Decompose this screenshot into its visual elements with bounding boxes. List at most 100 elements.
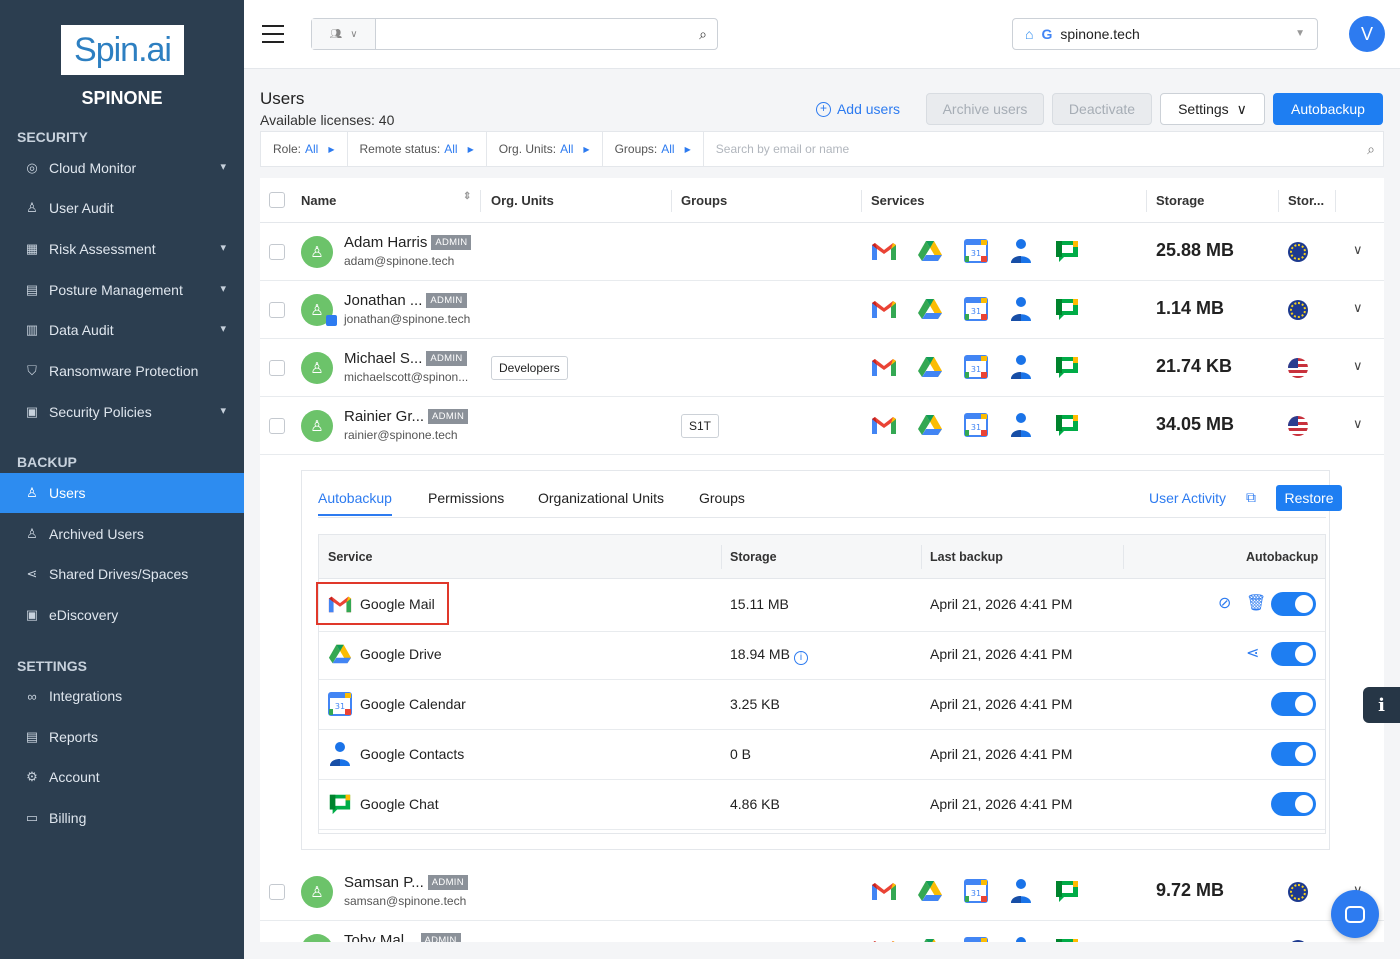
autobackup-button[interactable]: Autobackup <box>1273 93 1383 125</box>
block-icon[interactable]: ⊘ <box>1218 593 1231 613</box>
sidebar-item-integrations[interactable]: ∞ Integrations <box>0 676 244 716</box>
select-all-checkbox[interactable] <box>269 192 285 208</box>
chevron-down-icon[interactable]: ∨ <box>1353 940 1363 942</box>
sidebar-item-billing[interactable]: ▭ Billing <box>0 798 244 838</box>
avatar[interactable]: V <box>1349 16 1385 52</box>
row-checkbox[interactable] <box>269 244 285 260</box>
filter-remote-status[interactable]: Remote status: All ▶ <box>348 131 487 167</box>
tab-organizational-units[interactable]: Organizational Units <box>538 490 664 506</box>
chevron-down-icon[interactable]: ∨ <box>1353 242 1363 258</box>
chevron-down-icon[interactable]: ∨ <box>1353 416 1363 432</box>
sidebar-item-reports[interactable]: ▤ Reports <box>0 717 244 757</box>
us-flag-icon <box>1288 416 1308 436</box>
hamburger-menu-icon[interactable] <box>262 25 284 43</box>
chevron-down-icon: ∨ <box>350 28 358 40</box>
user-storage: 21.74 KB <box>1156 356 1233 376</box>
tab-permissions[interactable]: Permissions <box>428 490 504 506</box>
drive-icon <box>917 296 943 322</box>
search-scope-select[interactable]: 👥︎ ∨ <box>312 19 376 49</box>
plus-circle-icon: + <box>815 101 831 117</box>
table-row[interactable]: ♙ Adam Harris ADMIN adam@spinone.tech 31 25.8… <box>260 223 1384 281</box>
table-row[interactable]: ♙ Toby Mal...ADMIN 31 ∨ <box>260 921 1384 942</box>
sort-icon[interactable]: ⇕ <box>463 191 471 202</box>
share-icon[interactable]: ⋖ <box>1246 643 1259 663</box>
table-row[interactable]: ♙ Samsan P... ADMIN samsan@spinone.tech 31 9.… <box>260 863 1384 921</box>
chevron-down-icon[interactable]: ∨ <box>1353 358 1363 374</box>
sidebar-item-shared-drives[interactable]: ⋖ Shared Drives/Spaces <box>0 554 244 594</box>
search-icon[interactable]: ⌕ <box>699 26 707 43</box>
row-checkbox[interactable] <box>269 360 285 376</box>
autobackup-toggle[interactable] <box>1271 642 1316 666</box>
google-icon: G <box>1041 26 1053 42</box>
autobackup-toggle[interactable] <box>1271 692 1316 716</box>
autobackup-toggle[interactable] <box>1271 592 1316 616</box>
sidebar-item-cloud-monitor[interactable]: ◎ Cloud Monitor ▾ <box>0 148 244 188</box>
section-settings: SETTINGS <box>17 658 88 674</box>
user-storage: 25.88 MB <box>1156 240 1235 260</box>
user-email: michaelscott@spinon... <box>344 370 469 384</box>
sidebar-item-data-audit[interactable]: ▥ Data Audit ▾ <box>0 310 244 350</box>
section-security: SECURITY <box>17 129 88 145</box>
sidebar-item-user-audit[interactable]: ♙ User Audit <box>0 188 244 228</box>
table-row[interactable]: ♙ Rainier Gr... ADMIN rainier@spinone.tech S… <box>260 397 1384 455</box>
autobackup-toggle[interactable] <box>1271 792 1316 816</box>
add-users-button[interactable]: + Add users <box>812 93 904 125</box>
archive-users-button[interactable]: Archive users <box>926 93 1044 125</box>
row-checkbox[interactable] <box>269 884 285 900</box>
sidebar-item-archived-users[interactable]: ♙ Archived Users <box>0 514 244 554</box>
sidebar-item-security-policies[interactable]: ▣ Security Policies ▾ <box>0 392 244 432</box>
external-link-icon[interactable]: ⧉ <box>1246 489 1256 506</box>
sidebar-item-posture-management[interactable]: ▤ Posture Management ▾ <box>0 270 244 310</box>
tab-groups[interactable]: Groups <box>699 490 745 506</box>
chat-support-button[interactable] <box>1331 890 1379 938</box>
col-storage: Storage <box>1156 193 1205 208</box>
table-row[interactable]: ♙ Michael S... ADMIN michaelscott@spinon...… <box>260 339 1384 397</box>
settings-button[interactable]: Settings ∨ <box>1160 93 1265 125</box>
chat-icon <box>1054 878 1080 904</box>
org-unit-tag: Developers <box>491 356 568 380</box>
trash-icon[interactable]: 🗑︎ <box>1246 593 1266 613</box>
services-table: Service Storage Last backup Autobackup G… <box>316 534 1326 834</box>
contacts-icon <box>328 742 352 766</box>
global-search[interactable]: 👥︎ ∨ ⌕ <box>311 18 718 50</box>
share-icon: ⋖ <box>26 566 38 581</box>
user-search-input[interactable]: Search by email or name ⌕ <box>704 131 1383 167</box>
domain-select[interactable]: ⌂ G spinone.tech ▼ <box>1012 18 1318 50</box>
chevron-down-icon: ▾ <box>220 405 226 417</box>
user-name: Toby Mal... ADMIN <box>344 932 461 942</box>
col-org-units: Org. Units <box>491 193 554 208</box>
tab-autobackup[interactable]: Autobackup <box>318 490 392 516</box>
contacts-icon <box>1008 238 1034 264</box>
col-name[interactable]: Name <box>301 193 336 208</box>
sidebar-item-ediscovery[interactable]: ▣ eDiscovery <box>0 595 244 635</box>
chevron-down-icon: ▾ <box>220 283 226 295</box>
filter-role[interactable]: Role: All ▶ <box>261 131 348 167</box>
autobackup-toggle[interactable] <box>1271 742 1316 766</box>
row-checkbox[interactable] <box>269 418 285 434</box>
drive-icon <box>917 878 943 904</box>
filter-groups[interactable]: Groups: All ▶ <box>603 131 704 167</box>
page-title: Users <box>260 89 305 108</box>
user-storage: 1.14 MB <box>1156 298 1225 318</box>
service-row: Google Mail 15.11 MB April 21, 2026 4:41 P… <box>316 579 1325 632</box>
chevron-down-icon: ▾ <box>220 161 226 173</box>
user-activity-link[interactable]: User Activity <box>1149 490 1226 506</box>
deactivate-button[interactable]: Deactivate <box>1052 93 1152 125</box>
row-checkbox[interactable] <box>269 302 285 318</box>
sidebar-item-ransomware-protection[interactable]: ⛉ Ransomware Protection <box>0 351 244 391</box>
info-icon[interactable]: i <box>793 651 808 665</box>
sidebar-item-risk-assessment[interactable]: ▦ Risk Assessment ▾ <box>0 229 244 269</box>
table-row[interactable]: ♙ Jonathan ... ADMIN jonathan@spinone.tech 3… <box>260 281 1384 339</box>
home-icon: ⌂ <box>1025 26 1034 42</box>
info-icon[interactable]: i <box>1363 687 1400 723</box>
search-icon[interactable]: ⌕ <box>1367 141 1375 158</box>
chevron-down-icon[interactable]: ∨ <box>1353 300 1363 316</box>
filter-org-units[interactable]: Org. Units: All ▶ <box>487 131 603 167</box>
report-icon: ▤ <box>25 729 39 744</box>
svg-text:31: 31 <box>971 365 981 374</box>
user-name: Samsan P... ADMIN <box>344 874 468 891</box>
sidebar-item-users[interactable]: ♙ Users <box>0 473 244 513</box>
gmail-icon <box>871 878 897 904</box>
sidebar-item-account[interactable]: ⚙ Account <box>0 757 244 797</box>
restore-button[interactable]: Restore <box>1276 485 1342 511</box>
